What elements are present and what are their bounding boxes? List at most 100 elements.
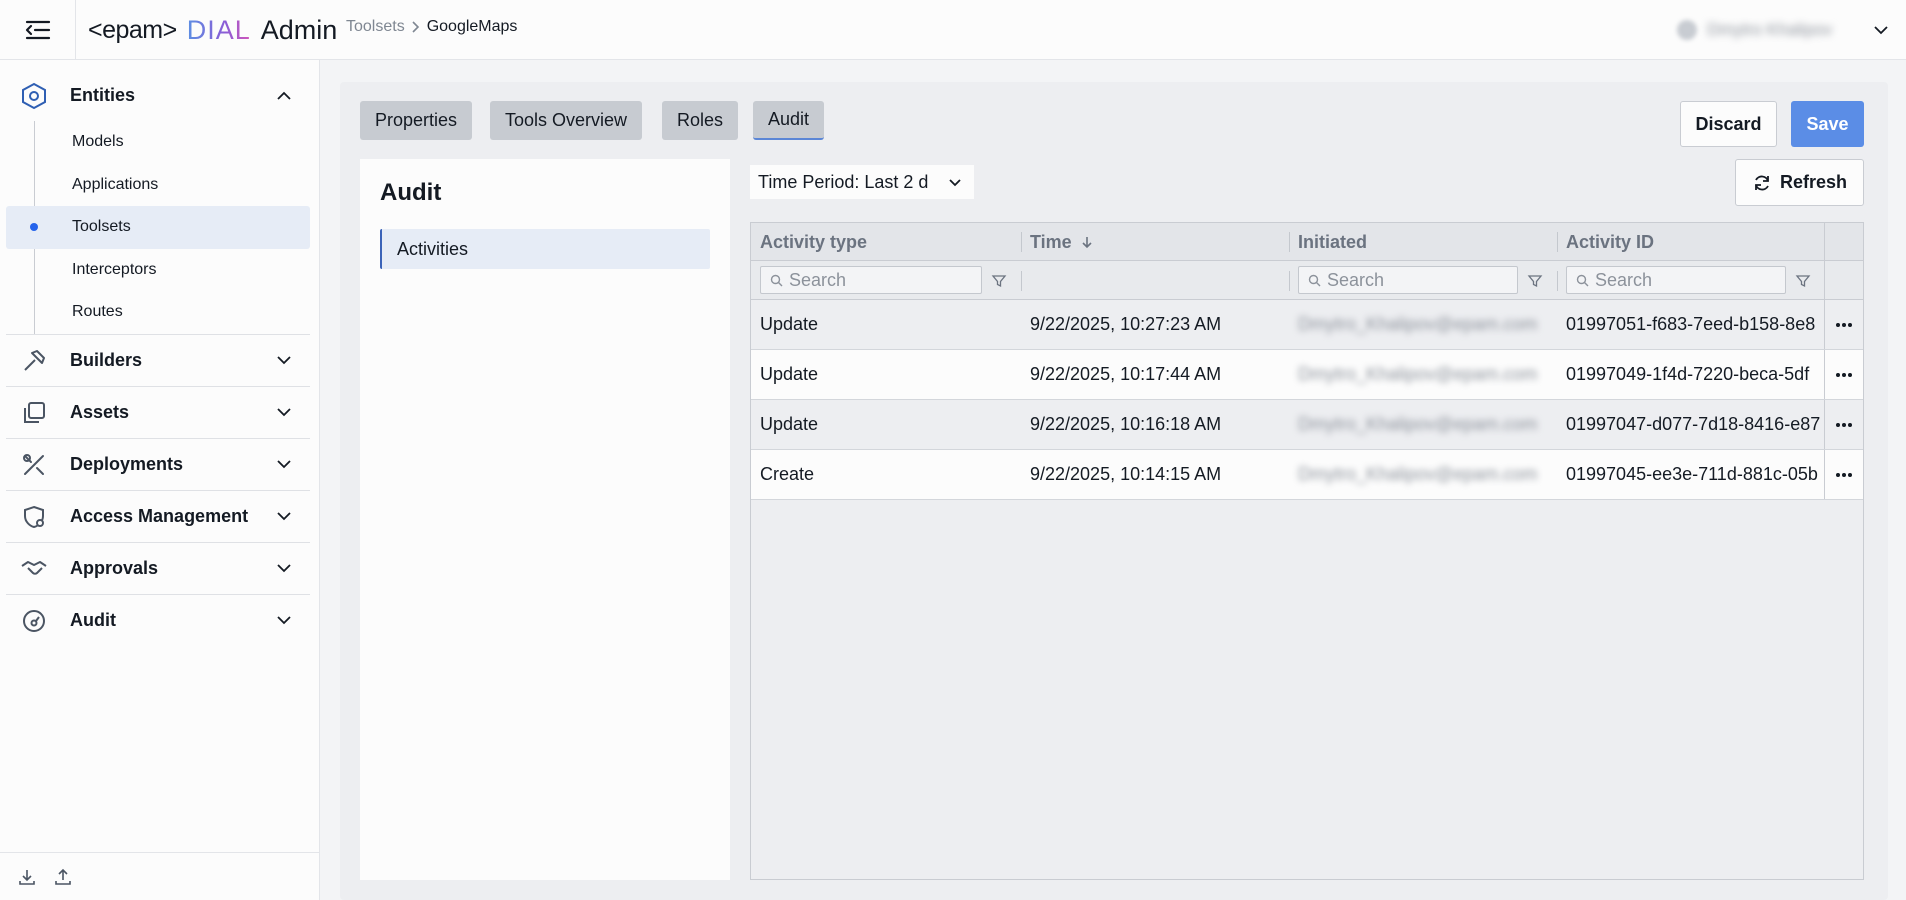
row-more-button[interactable] bbox=[1824, 300, 1863, 349]
filter-icon[interactable] bbox=[1795, 273, 1811, 289]
cell-activity-type: Update bbox=[760, 364, 819, 384]
user-menu[interactable]: Dmytro Khalipov bbox=[1677, 14, 1890, 46]
chevron-up-icon bbox=[277, 91, 291, 100]
cell-time: 9/22/2025, 10:14:15 AM bbox=[1030, 464, 1222, 484]
tab-properties[interactable]: Properties bbox=[360, 101, 473, 140]
column-header-activity-id[interactable]: Activity ID bbox=[1557, 223, 1824, 261]
user-name: Dmytro Khalipov bbox=[1707, 20, 1832, 39]
tab-roles[interactable]: Roles bbox=[662, 101, 739, 140]
breadcrumb-toolsets[interactable]: Toolsets bbox=[346, 18, 405, 36]
column-header-time[interactable]: Time bbox=[1021, 223, 1289, 261]
chevron-down-icon bbox=[277, 564, 291, 573]
sidebar-item-deployments[interactable]: Deployments bbox=[0, 439, 319, 490]
sidebar-group-label: Assets bbox=[70, 401, 130, 422]
column-header-label: Time bbox=[1030, 231, 1072, 252]
actions-column-header bbox=[1824, 223, 1863, 300]
sidebar-item-models[interactable]: Models bbox=[0, 121, 319, 164]
tree-line bbox=[34, 291, 35, 334]
sidebar-group-label: Deployments bbox=[70, 453, 184, 474]
chevron-down-icon bbox=[1874, 26, 1888, 35]
sort-down-icon bbox=[1082, 237, 1092, 249]
time-period-select[interactable]: Time Period: Last 2 d bbox=[750, 165, 974, 199]
breadcrumb-current: GoogleMaps bbox=[426, 18, 518, 35]
sidebar-item-audit[interactable]: Audit bbox=[0, 595, 319, 646]
cell-activity-type: Create bbox=[760, 464, 815, 484]
column-header-activity-type[interactable]: Activity type bbox=[751, 223, 1021, 261]
initiated-search[interactable]: Search bbox=[1298, 266, 1518, 294]
download-icon[interactable] bbox=[16, 866, 38, 888]
top-bar: <epam> DIAL Admin Toolsets GoogleMaps Dm… bbox=[0, 0, 1906, 60]
sidebar-item-interceptors[interactable]: Interceptors bbox=[0, 248, 319, 291]
save-button[interactable]: Save bbox=[1791, 101, 1864, 147]
chevron-down-icon bbox=[949, 179, 961, 187]
sidebar-item-access-management[interactable]: Access Management bbox=[0, 491, 319, 542]
cell-time: 9/22/2025, 10:16:18 AM bbox=[1030, 414, 1222, 434]
refresh-button[interactable]: Refresh bbox=[1735, 159, 1864, 206]
tree-line bbox=[34, 163, 35, 206]
search-icon bbox=[770, 274, 783, 287]
table-row[interactable]: Update 9/22/2025, 10:27:23 AM Dmytro_Kha… bbox=[751, 300, 1863, 350]
search-icon bbox=[1576, 274, 1589, 287]
cell-time: 9/22/2025, 10:17:44 AM bbox=[1030, 364, 1222, 384]
sidebar-item-label: Routes bbox=[72, 303, 123, 321]
time-period-value: Time Period: Last 2 d bbox=[758, 171, 929, 192]
row-more-button[interactable] bbox=[1824, 450, 1863, 499]
entities-submenu: Models Applications Toolsets Interceptor… bbox=[0, 121, 319, 334]
row-more-button[interactable] bbox=[1824, 350, 1863, 399]
audit-nav-activities[interactable]: Activities bbox=[380, 229, 710, 269]
cell-activity-id: 01997047-d077-7d18-8416-e87 bbox=[1566, 414, 1821, 434]
sidebar-item-toolsets[interactable]: Toolsets bbox=[6, 206, 310, 249]
main-content: Properties Tools Overview Roles Audit Di… bbox=[340, 82, 1888, 900]
logo-product: DIAL bbox=[186, 14, 251, 45]
chevron-down-icon bbox=[277, 460, 291, 469]
cell-activity-id: 01997045-ee3e-711d-881c-05b bbox=[1566, 464, 1818, 484]
search-placeholder: Search bbox=[789, 269, 847, 290]
activity-id-search[interactable]: Search bbox=[1566, 266, 1786, 294]
chevron-down-icon bbox=[277, 512, 291, 521]
column-header-initiated[interactable]: Initiated bbox=[1289, 223, 1557, 261]
sidebar-item-entities[interactable]: Entities bbox=[0, 70, 319, 121]
search-placeholder: Search bbox=[1327, 269, 1385, 290]
breadcrumb: Toolsets GoogleMaps bbox=[346, 18, 517, 36]
row-more-button[interactable] bbox=[1824, 400, 1863, 449]
cell-activity-type: Update bbox=[760, 414, 819, 434]
tools-icon bbox=[20, 451, 48, 479]
discard-button[interactable]: Discard bbox=[1680, 101, 1777, 147]
filter-icon[interactable] bbox=[1527, 273, 1543, 289]
app-logo[interactable]: <epam> DIAL Admin bbox=[88, 12, 337, 48]
sidebar-item-label: Interceptors bbox=[72, 260, 157, 278]
tab-tools-overview[interactable]: Tools Overview bbox=[490, 101, 643, 140]
table-filter-row: Search Search Search bbox=[751, 261, 1863, 300]
cell-activity-type: Update bbox=[760, 314, 819, 334]
tree-line bbox=[34, 248, 35, 291]
table-header: Activity type Time Initiated Activity ID bbox=[751, 223, 1863, 261]
collapse-menu-button[interactable] bbox=[0, 0, 76, 60]
cell-activity-id: 01997051-f683-7eed-b158-8e8 bbox=[1566, 314, 1816, 334]
upload-icon[interactable] bbox=[52, 866, 74, 888]
activities-table: Activity type Time Initiated Activity ID… bbox=[750, 222, 1864, 880]
column-separator bbox=[1021, 271, 1022, 291]
more-horizontal-icon bbox=[1836, 422, 1852, 427]
sidebar-item-assets[interactable]: Assets bbox=[0, 387, 319, 438]
refresh-icon bbox=[1755, 175, 1769, 190]
sidebar-item-approvals[interactable]: Approvals bbox=[0, 543, 319, 594]
table-row[interactable]: Update 9/22/2025, 10:17:44 AM Dmytro_Kha… bbox=[751, 350, 1863, 400]
chevron-down-icon bbox=[277, 356, 291, 365]
sidebar-item-label: Applications bbox=[72, 175, 159, 193]
sidebar-group-label: Audit bbox=[70, 609, 116, 630]
table-row[interactable]: Update 9/22/2025, 10:16:18 AM Dmytro_Kha… bbox=[751, 400, 1863, 450]
search-placeholder: Search bbox=[1595, 269, 1653, 290]
cell-initiated: Dmytro_Khalipov@epam.com bbox=[1298, 414, 1538, 434]
sidebar-item-builders[interactable]: Builders bbox=[0, 335, 319, 386]
cell-initiated: Dmytro_Khalipov@epam.com bbox=[1298, 464, 1538, 484]
audit-side-panel: Audit Activities bbox=[360, 159, 730, 880]
sidebar-item-routes[interactable]: Routes bbox=[0, 291, 319, 334]
filter-icon[interactable] bbox=[991, 273, 1007, 289]
tab-audit[interactable]: Audit bbox=[753, 101, 825, 140]
stack-icon bbox=[20, 399, 48, 427]
table-row[interactable]: Create 9/22/2025, 10:14:15 AM Dmytro_Kha… bbox=[751, 450, 1863, 500]
activity-type-search[interactable]: Search bbox=[760, 266, 982, 294]
sidebar-item-applications[interactable]: Applications bbox=[0, 163, 319, 206]
column-separator bbox=[1557, 271, 1558, 291]
more-horizontal-icon bbox=[1836, 322, 1852, 327]
